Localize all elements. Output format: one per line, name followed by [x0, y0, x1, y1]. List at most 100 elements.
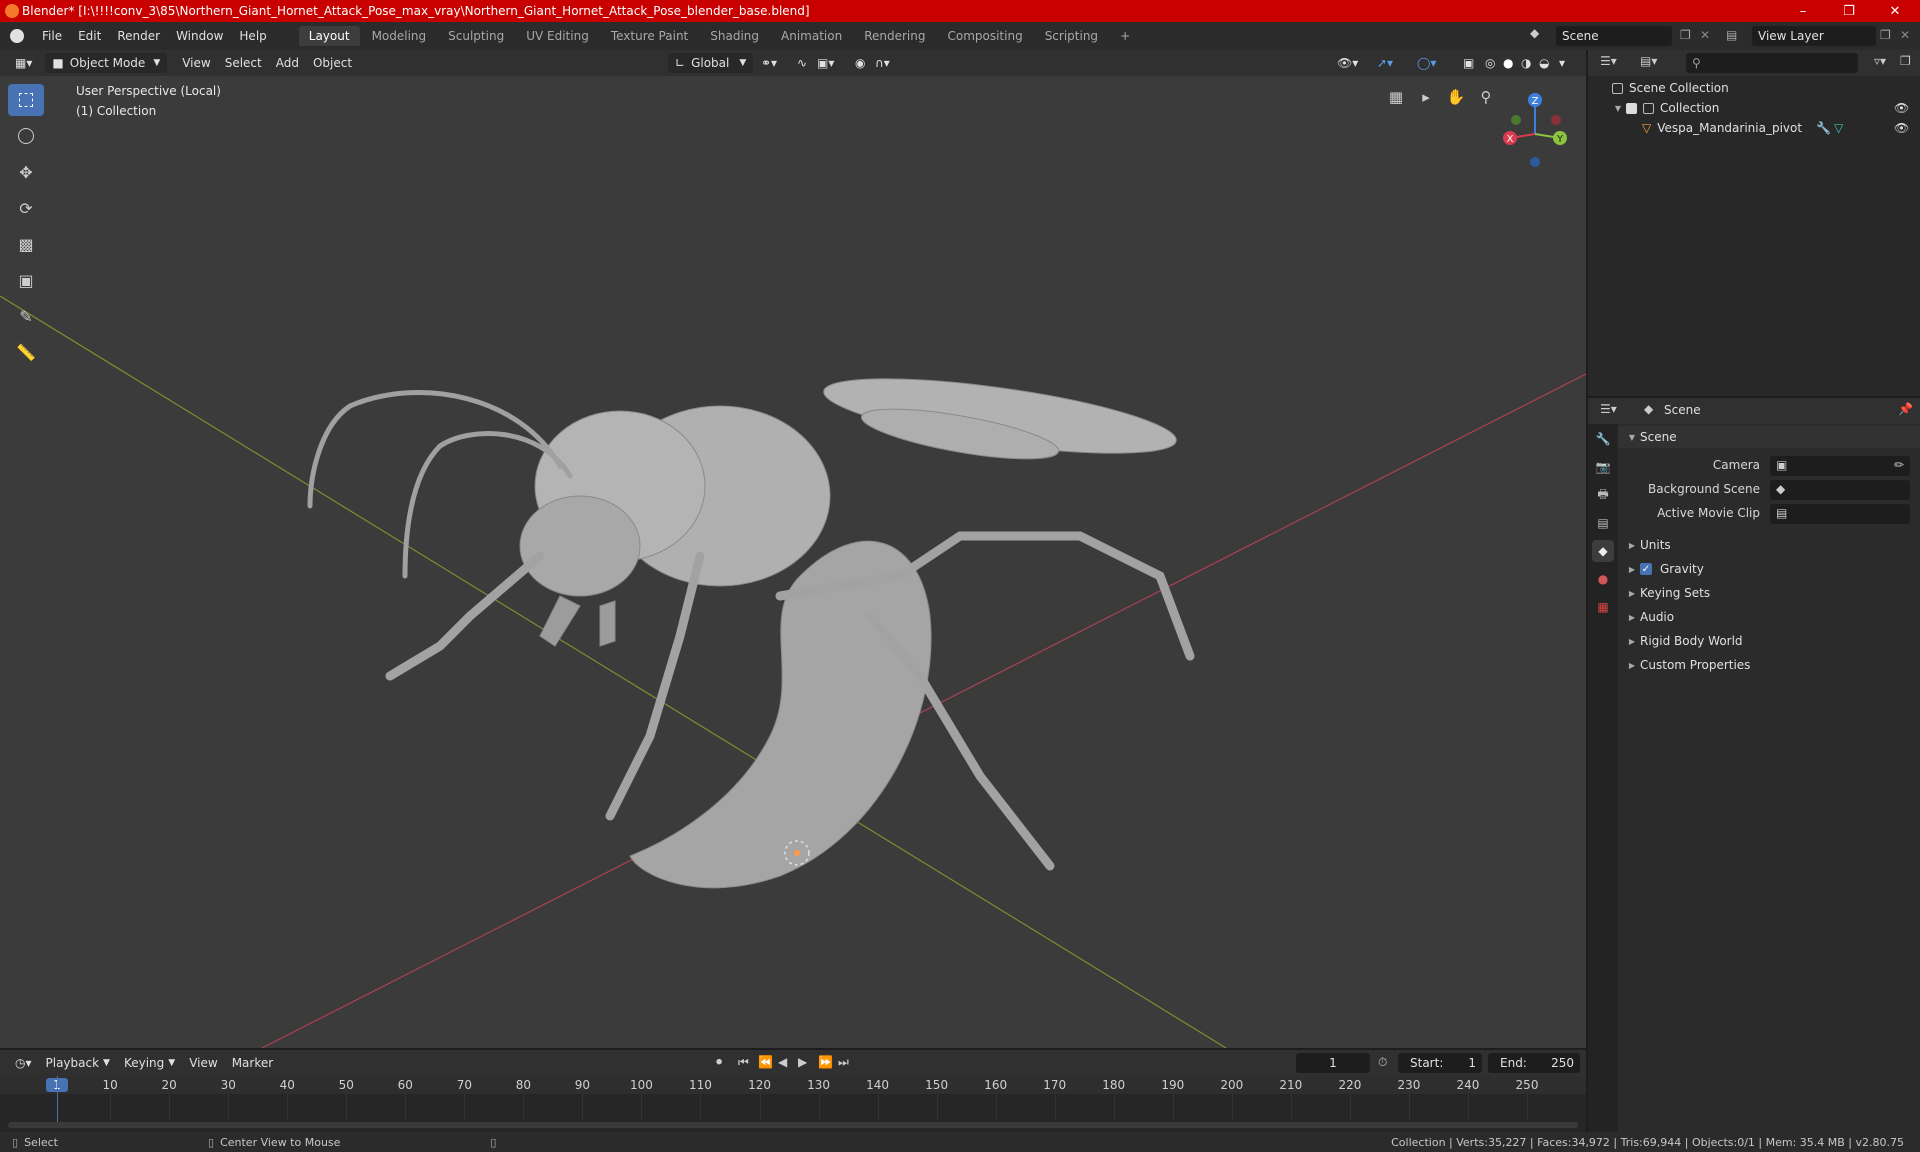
blender-menu-icon[interactable]: [10, 29, 24, 43]
filter-icon[interactable]: ▿▾: [1874, 54, 1886, 68]
pivot-point-icon[interactable]: ⚭▾: [754, 53, 784, 73]
menu-select[interactable]: Select: [218, 53, 269, 73]
jump-start-icon[interactable]: ⏮: [738, 1055, 749, 1070]
pin-icon[interactable]: 📌: [1898, 402, 1913, 416]
menu-help[interactable]: Help: [231, 29, 274, 43]
snap-target-icon[interactable]: ▣▾: [810, 53, 841, 73]
checkbox-icon[interactable]: [1626, 102, 1637, 114]
new-collection-icon[interactable]: ❐: [1900, 54, 1911, 68]
menu-window[interactable]: Window: [168, 29, 231, 43]
timeline-scrollbar[interactable]: [8, 1122, 1578, 1128]
modifier-wrench-icon[interactable]: 🔧: [1816, 121, 1831, 135]
add-workspace-button[interactable]: +: [1110, 26, 1140, 46]
rigid-body-world-panel-header[interactable]: ▶ Rigid Body World: [1618, 630, 1920, 652]
current-frame-field[interactable]: 1: [1296, 1053, 1370, 1073]
outliner-search-input[interactable]: ⚲: [1686, 53, 1858, 73]
cursor-tool-icon[interactable]: [8, 120, 44, 152]
selectability-icon[interactable]: 👁▾: [1330, 53, 1365, 73]
camera-view-icon[interactable]: ▸: [1414, 88, 1438, 112]
background-scene-field[interactable]: ◆: [1770, 480, 1910, 500]
outliner-editor-type-icon[interactable]: ☰▾: [1600, 54, 1617, 68]
transform-orientation-selector[interactable]: ∟ Global ▼: [668, 53, 754, 73]
gravity-checkbox[interactable]: ✓: [1640, 563, 1652, 575]
annotate-tool-icon[interactable]: ✎: [8, 300, 44, 332]
jump-end-icon[interactable]: ⏭: [838, 1055, 849, 1070]
close-button[interactable]: ✕: [1872, 0, 1918, 22]
start-frame-field[interactable]: Start: 1: [1398, 1053, 1482, 1073]
falloff-icon[interactable]: ∩▾: [868, 53, 897, 73]
movie-clip-field[interactable]: ▤: [1770, 504, 1910, 524]
new-scene-icon[interactable]: ❐: [1680, 28, 1691, 42]
display-mode-icon[interactable]: ▤▾: [1640, 54, 1657, 68]
toggle-ortho-icon[interactable]: ▦: [1384, 88, 1408, 112]
menu-playback[interactable]: Playback ▼: [39, 1053, 117, 1073]
menu-file[interactable]: File: [34, 29, 70, 43]
measure-tool-icon[interactable]: 📏: [8, 336, 44, 368]
overlays-toggle-icon[interactable]: ◯▾: [1410, 53, 1443, 73]
tab-scripting[interactable]: Scripting: [1035, 26, 1108, 46]
menu-edit[interactable]: Edit: [70, 29, 109, 43]
world-tab-icon[interactable]: ●: [1592, 568, 1614, 590]
3d-viewport[interactable]: User Perspective (Local) (1) Collection …: [0, 76, 1586, 1048]
mesh-data-icon[interactable]: ▽: [1834, 121, 1843, 135]
scene-panel-header[interactable]: ▼ Scene: [1618, 426, 1920, 448]
visibility-eye-icon[interactable]: 👁: [1894, 121, 1909, 135]
end-frame-field[interactable]: End: 250: [1488, 1053, 1580, 1073]
scene-selector[interactable]: Scene: [1556, 26, 1672, 46]
remove-view-layer-icon[interactable]: ✕: [1900, 28, 1910, 42]
jump-keyframe-back-icon[interactable]: ⏪: [758, 1055, 773, 1069]
custom-properties-panel-header[interactable]: ▶ Custom Properties: [1618, 654, 1920, 676]
menu-view[interactable]: View: [175, 53, 217, 73]
menu-render[interactable]: Render: [109, 29, 168, 43]
audio-panel-header[interactable]: ▶ Audio: [1618, 606, 1920, 628]
eyedropper-icon[interactable]: ✏: [1894, 458, 1904, 472]
texture-tab-icon[interactable]: ▦: [1592, 596, 1614, 618]
tab-shading[interactable]: Shading: [700, 26, 769, 46]
view-layer-tab-icon[interactable]: ▤: [1592, 512, 1614, 534]
pan-hand-icon[interactable]: ✋: [1444, 88, 1468, 112]
shading-options-icon[interactable]: ▾: [1552, 53, 1572, 73]
play-icon[interactable]: ▶: [798, 1055, 807, 1069]
properties-editor-type-icon[interactable]: ☰▾: [1600, 402, 1617, 416]
scale-tool-icon[interactable]: ▩: [8, 228, 44, 260]
rotate-tool-icon[interactable]: ⟳: [8, 192, 44, 224]
move-tool-icon[interactable]: ✥: [8, 156, 44, 188]
visibility-eye-icon[interactable]: 👁: [1894, 101, 1909, 115]
camera-field[interactable]: ▣ ✏: [1770, 456, 1910, 476]
outliner-collection[interactable]: ▼ Collection 👁: [1588, 98, 1920, 118]
outliner-object[interactable]: ▽ Vespa_Mandarinia_pivot 🔧 ▽ 👁: [1588, 118, 1920, 138]
tab-rendering[interactable]: Rendering: [854, 26, 935, 46]
maximize-button[interactable]: ❐: [1826, 0, 1872, 22]
jump-keyframe-forward-icon[interactable]: ⏩: [818, 1055, 833, 1069]
minimize-button[interactable]: –: [1780, 0, 1826, 22]
zoom-icon[interactable]: ⚲: [1474, 88, 1498, 112]
tab-layout[interactable]: Layout: [298, 26, 360, 46]
transform-tool-icon[interactable]: ▣: [8, 264, 44, 296]
new-view-layer-icon[interactable]: ❐: [1880, 28, 1891, 42]
menu-keying[interactable]: Keying ▼: [117, 1053, 182, 1073]
menu-marker[interactable]: Marker: [225, 1053, 280, 1073]
tab-compositing[interactable]: Compositing: [937, 26, 1032, 46]
tab-sculpting[interactable]: Sculpting: [438, 26, 514, 46]
tab-modeling[interactable]: Modeling: [362, 26, 437, 46]
navigation-gizmo[interactable]: Z Y X: [1496, 82, 1586, 172]
menu-add[interactable]: Add: [269, 53, 306, 73]
editor-type-icon[interactable]: ▦▾: [8, 53, 39, 73]
stopwatch-icon[interactable]: ⏱: [1378, 1055, 1387, 1070]
view-layer-selector[interactable]: View Layer: [1752, 26, 1876, 46]
tab-uv-editing[interactable]: UV Editing: [516, 26, 599, 46]
output-tab-icon[interactable]: 🖶: [1592, 484, 1614, 506]
timeline-editor-type-icon[interactable]: ◷▾: [8, 1053, 39, 1073]
menu-object[interactable]: Object: [306, 53, 359, 73]
tab-animation[interactable]: Animation: [771, 26, 852, 46]
gravity-panel-header[interactable]: ▶ ✓ Gravity: [1618, 558, 1920, 580]
render-tab-icon[interactable]: 📷: [1592, 456, 1614, 478]
record-icon[interactable]: ⚫: [714, 1055, 724, 1069]
tab-texture-paint[interactable]: Texture Paint: [601, 26, 698, 46]
units-panel-header[interactable]: ▶ Units: [1618, 534, 1920, 556]
timeline-body[interactable]: 1102030405060708090100110120130140150160…: [0, 1076, 1586, 1132]
play-reverse-icon[interactable]: ◀: [778, 1055, 787, 1069]
tool-tab-icon[interactable]: 🔧: [1592, 428, 1614, 450]
mode-selector[interactable]: ■ Object Mode ▼: [45, 53, 168, 73]
gizmo-toggle-icon[interactable]: ➚▾: [1370, 53, 1400, 73]
